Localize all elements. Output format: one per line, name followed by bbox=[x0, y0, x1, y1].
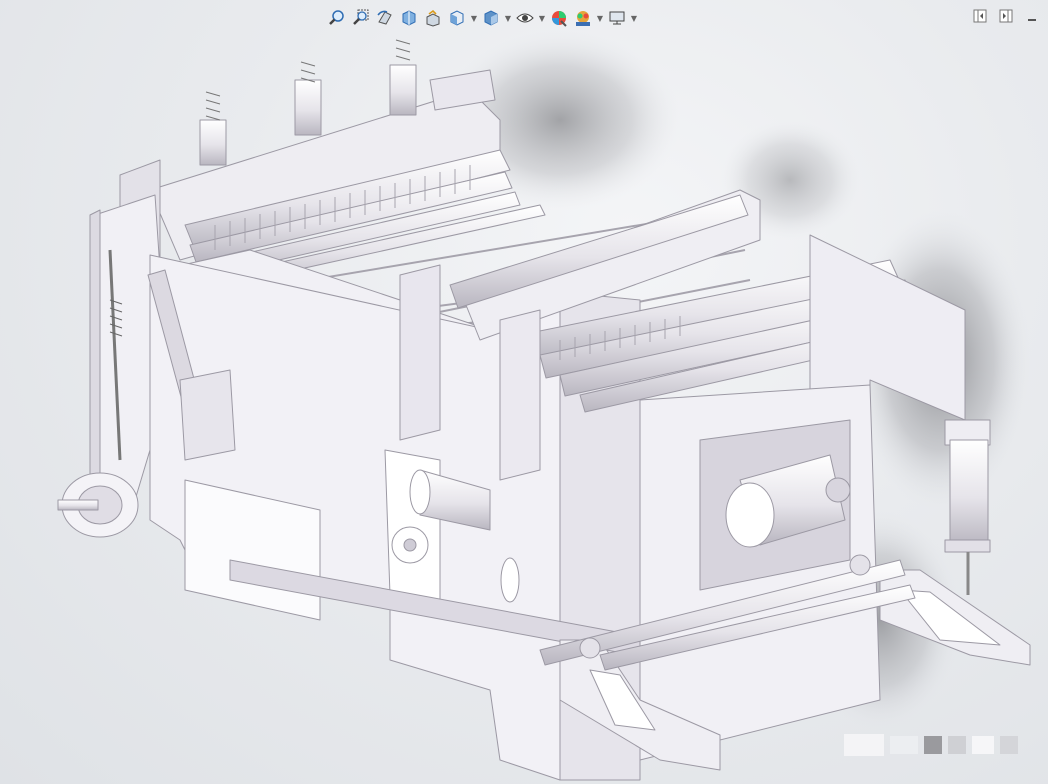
view-orientation-dropdown[interactable]: ▼ bbox=[470, 7, 478, 29]
zoom-to-area-button[interactable] bbox=[350, 7, 372, 29]
minimize-button[interactable] bbox=[1024, 8, 1040, 24]
graphics-area[interactable]: ▼ ▼ ▼ ▼ ▼ bbox=[0, 0, 1048, 784]
edit-appearance-button[interactable] bbox=[548, 7, 570, 29]
hide-show-dropdown[interactable]: ▼ bbox=[538, 7, 546, 29]
heads-up-view-toolbar: ▼ ▼ ▼ ▼ ▼ bbox=[326, 6, 638, 30]
view-settings-dropdown[interactable]: ▼ bbox=[630, 7, 638, 29]
chevron-down-icon: ▼ bbox=[470, 13, 478, 23]
apply-scene-dropdown[interactable]: ▼ bbox=[596, 7, 604, 29]
eye-icon bbox=[516, 13, 534, 23]
lift-cylinder bbox=[944, 419, 991, 595]
restore-right-icon bbox=[999, 9, 1013, 23]
swatch-block bbox=[924, 736, 942, 754]
appearance-sphere-icon bbox=[552, 11, 567, 27]
main-frame-opening bbox=[384, 449, 441, 601]
front-frame-plate bbox=[399, 264, 441, 441]
chevron-down-icon: ▼ bbox=[596, 13, 604, 23]
section-view-icon bbox=[402, 10, 416, 26]
scene-icon bbox=[576, 11, 590, 26]
swatch-block bbox=[844, 734, 884, 756]
dynamic-annotation-button[interactable] bbox=[422, 7, 444, 29]
section-view-button[interactable] bbox=[398, 7, 420, 29]
restore-left-button[interactable] bbox=[972, 8, 988, 24]
previous-view-icon bbox=[377, 10, 392, 25]
swatch-block bbox=[948, 736, 966, 754]
hide-show-items-button[interactable] bbox=[514, 7, 536, 29]
previous-view-button[interactable] bbox=[374, 7, 396, 29]
monitor-icon bbox=[609, 11, 625, 25]
minimize-icon bbox=[1028, 19, 1036, 21]
chevron-down-icon: ▼ bbox=[504, 13, 512, 23]
apply-scene-button[interactable] bbox=[572, 7, 594, 29]
display-style-dropdown[interactable]: ▼ bbox=[504, 7, 512, 29]
zoom-area-icon bbox=[353, 9, 369, 25]
chevron-down-icon: ▼ bbox=[538, 13, 546, 23]
restore-left-icon bbox=[973, 9, 987, 23]
restore-right-button[interactable] bbox=[998, 8, 1014, 24]
view-orientation-button[interactable] bbox=[446, 7, 468, 29]
zoom-to-fit-button[interactable] bbox=[326, 7, 348, 29]
magnifier-icon bbox=[329, 10, 344, 25]
front-side-frame bbox=[499, 309, 541, 481]
cube-view-icon bbox=[450, 10, 464, 26]
swatch-block bbox=[972, 736, 994, 754]
swatch-block bbox=[1000, 736, 1018, 754]
annotation-view-icon bbox=[426, 9, 440, 27]
swatch-block bbox=[890, 736, 918, 754]
chevron-down-icon: ▼ bbox=[630, 13, 638, 23]
display-style-button[interactable] bbox=[480, 7, 502, 29]
watermark-blocks bbox=[844, 734, 1018, 756]
view-settings-button[interactable] bbox=[606, 7, 628, 29]
display-style-cube-icon bbox=[484, 10, 498, 26]
handwheel bbox=[57, 472, 139, 538]
access-slot bbox=[500, 557, 520, 603]
slitting-machine-model[interactable] bbox=[0, 0, 1048, 784]
viewport-window-controls bbox=[972, 8, 1040, 24]
